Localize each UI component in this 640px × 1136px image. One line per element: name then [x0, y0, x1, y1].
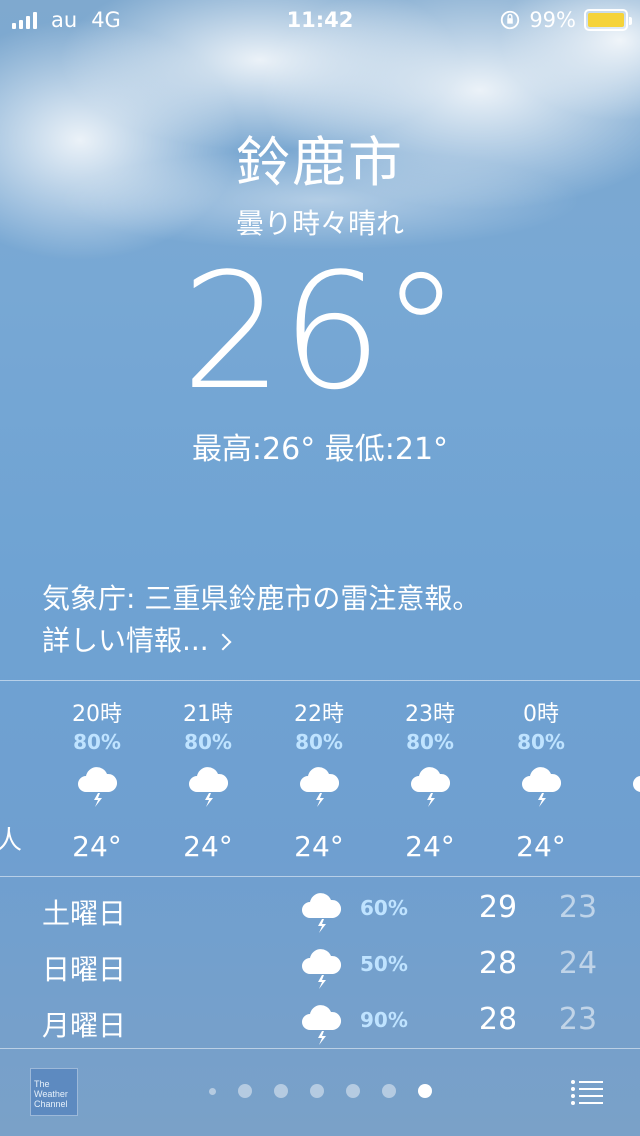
day-name: 月曜日 — [42, 1009, 127, 1042]
low-temperature: 23 — [558, 890, 598, 925]
hour-label: 20時 — [72, 702, 122, 727]
page-indicator[interactable] — [0, 1084, 640, 1098]
precip-chance: 80% — [517, 730, 565, 754]
daily-row: 月曜日 90% 28 23 — [0, 992, 640, 1048]
thunderstorm-icon — [302, 893, 342, 933]
divider — [0, 876, 640, 877]
status-bar: au 4G 11:42 99% — [0, 0, 640, 40]
battery-percent: 99% — [529, 8, 576, 32]
alert-text: 気象庁: 三重県鈴鹿市の雷注意報。 — [42, 582, 481, 615]
page-dot — [237, 1084, 252, 1098]
hour-temperature: 2 — [597, 830, 640, 863]
battery-icon — [584, 9, 632, 31]
hourly-edge-partial: 人 — [0, 826, 23, 856]
hourly-forecast[interactable]: 20時 80% 24° 21時 80% 24° 22時 80% 24° 23時 80% 24° 0時 80… — [0, 682, 640, 876]
chevron-right-icon — [214, 633, 232, 651]
hour-label: 1 — [597, 696, 640, 724]
current-temperature: 26° — [181, 238, 461, 425]
thunderstorm-icon — [411, 767, 451, 807]
hour-label: 21時 — [183, 702, 233, 727]
precip-chance: 80% — [295, 730, 343, 754]
hourly-item: 22時 80% 24° — [264, 682, 374, 863]
day-name: 土曜日 — [42, 897, 127, 930]
bottom-bar: The Weather Channel — [0, 1050, 640, 1136]
low-temperature: 23 — [558, 1002, 598, 1037]
hour-label: 23時 — [405, 702, 455, 727]
precip-chance: 90% — [360, 1008, 408, 1032]
hour-label: 22時 — [294, 702, 344, 727]
page-dot-active — [417, 1084, 432, 1098]
hour-temperature: 24° — [516, 830, 566, 863]
high-temperature: 28 — [478, 1002, 518, 1037]
daily-row: 土曜日 60% 29 23 — [0, 880, 640, 936]
thunderstorm-icon — [78, 767, 118, 807]
orientation-lock-icon — [501, 10, 520, 30]
precip-chance: 80% — [406, 730, 454, 754]
alert-more-label: 詳しい情報... — [42, 624, 209, 657]
location-arrow-dot — [208, 1087, 216, 1095]
hour-temperature: 24° — [294, 830, 344, 863]
thunderstorm-icon — [189, 767, 229, 807]
hourly-item: 21時 80% 24° — [153, 682, 263, 863]
weather-alert: 気象庁: 三重県鈴鹿市の雷注意報。 詳しい情報... — [42, 578, 622, 662]
precip-chance: 60% — [360, 896, 408, 920]
hour-label: 0時 — [523, 702, 559, 727]
alert-more-link[interactable]: 詳しい情報... — [42, 620, 232, 662]
list-icon[interactable] — [570, 1078, 604, 1106]
thunderstorm-icon — [300, 767, 340, 807]
low-temperature: 24 — [558, 946, 598, 981]
page-dot — [345, 1084, 360, 1098]
thunderstorm-icon — [302, 1005, 342, 1045]
thunderstorm-icon — [522, 767, 562, 807]
hourly-item: 0時 80% 24° — [486, 682, 596, 863]
precip-chance: 80% — [73, 730, 121, 754]
hourly-item: 1 9 2 — [597, 682, 640, 863]
hourly-item: 20時 80% 24° — [42, 682, 152, 863]
hi-lo-temperature: 最高:26° 最低:21° — [191, 432, 449, 467]
thunderstorm-icon — [302, 949, 342, 989]
hour-temperature: 24° — [405, 830, 455, 863]
precip-chance: 80% — [184, 730, 232, 754]
city-name: 鈴鹿市 — [236, 131, 404, 194]
condition-text: 曇り時々晴れ — [235, 207, 404, 240]
divider — [0, 680, 640, 681]
page-dot — [273, 1084, 288, 1098]
page-dot — [381, 1084, 396, 1098]
thunderstorm-icon — [633, 776, 640, 792]
day-name: 日曜日 — [42, 953, 127, 986]
divider — [0, 1048, 640, 1049]
high-temperature: 28 — [478, 946, 518, 981]
precip-chance: 9 — [597, 730, 640, 756]
hour-temperature: 24° — [72, 830, 122, 863]
page-dot — [309, 1084, 324, 1098]
precip-chance: 50% — [360, 952, 408, 976]
hour-temperature: 24° — [183, 830, 233, 863]
hourly-item: 23時 80% 24° — [375, 682, 485, 863]
daily-row: 日曜日 50% 28 24 — [0, 936, 640, 992]
high-temperature: 29 — [478, 890, 518, 925]
